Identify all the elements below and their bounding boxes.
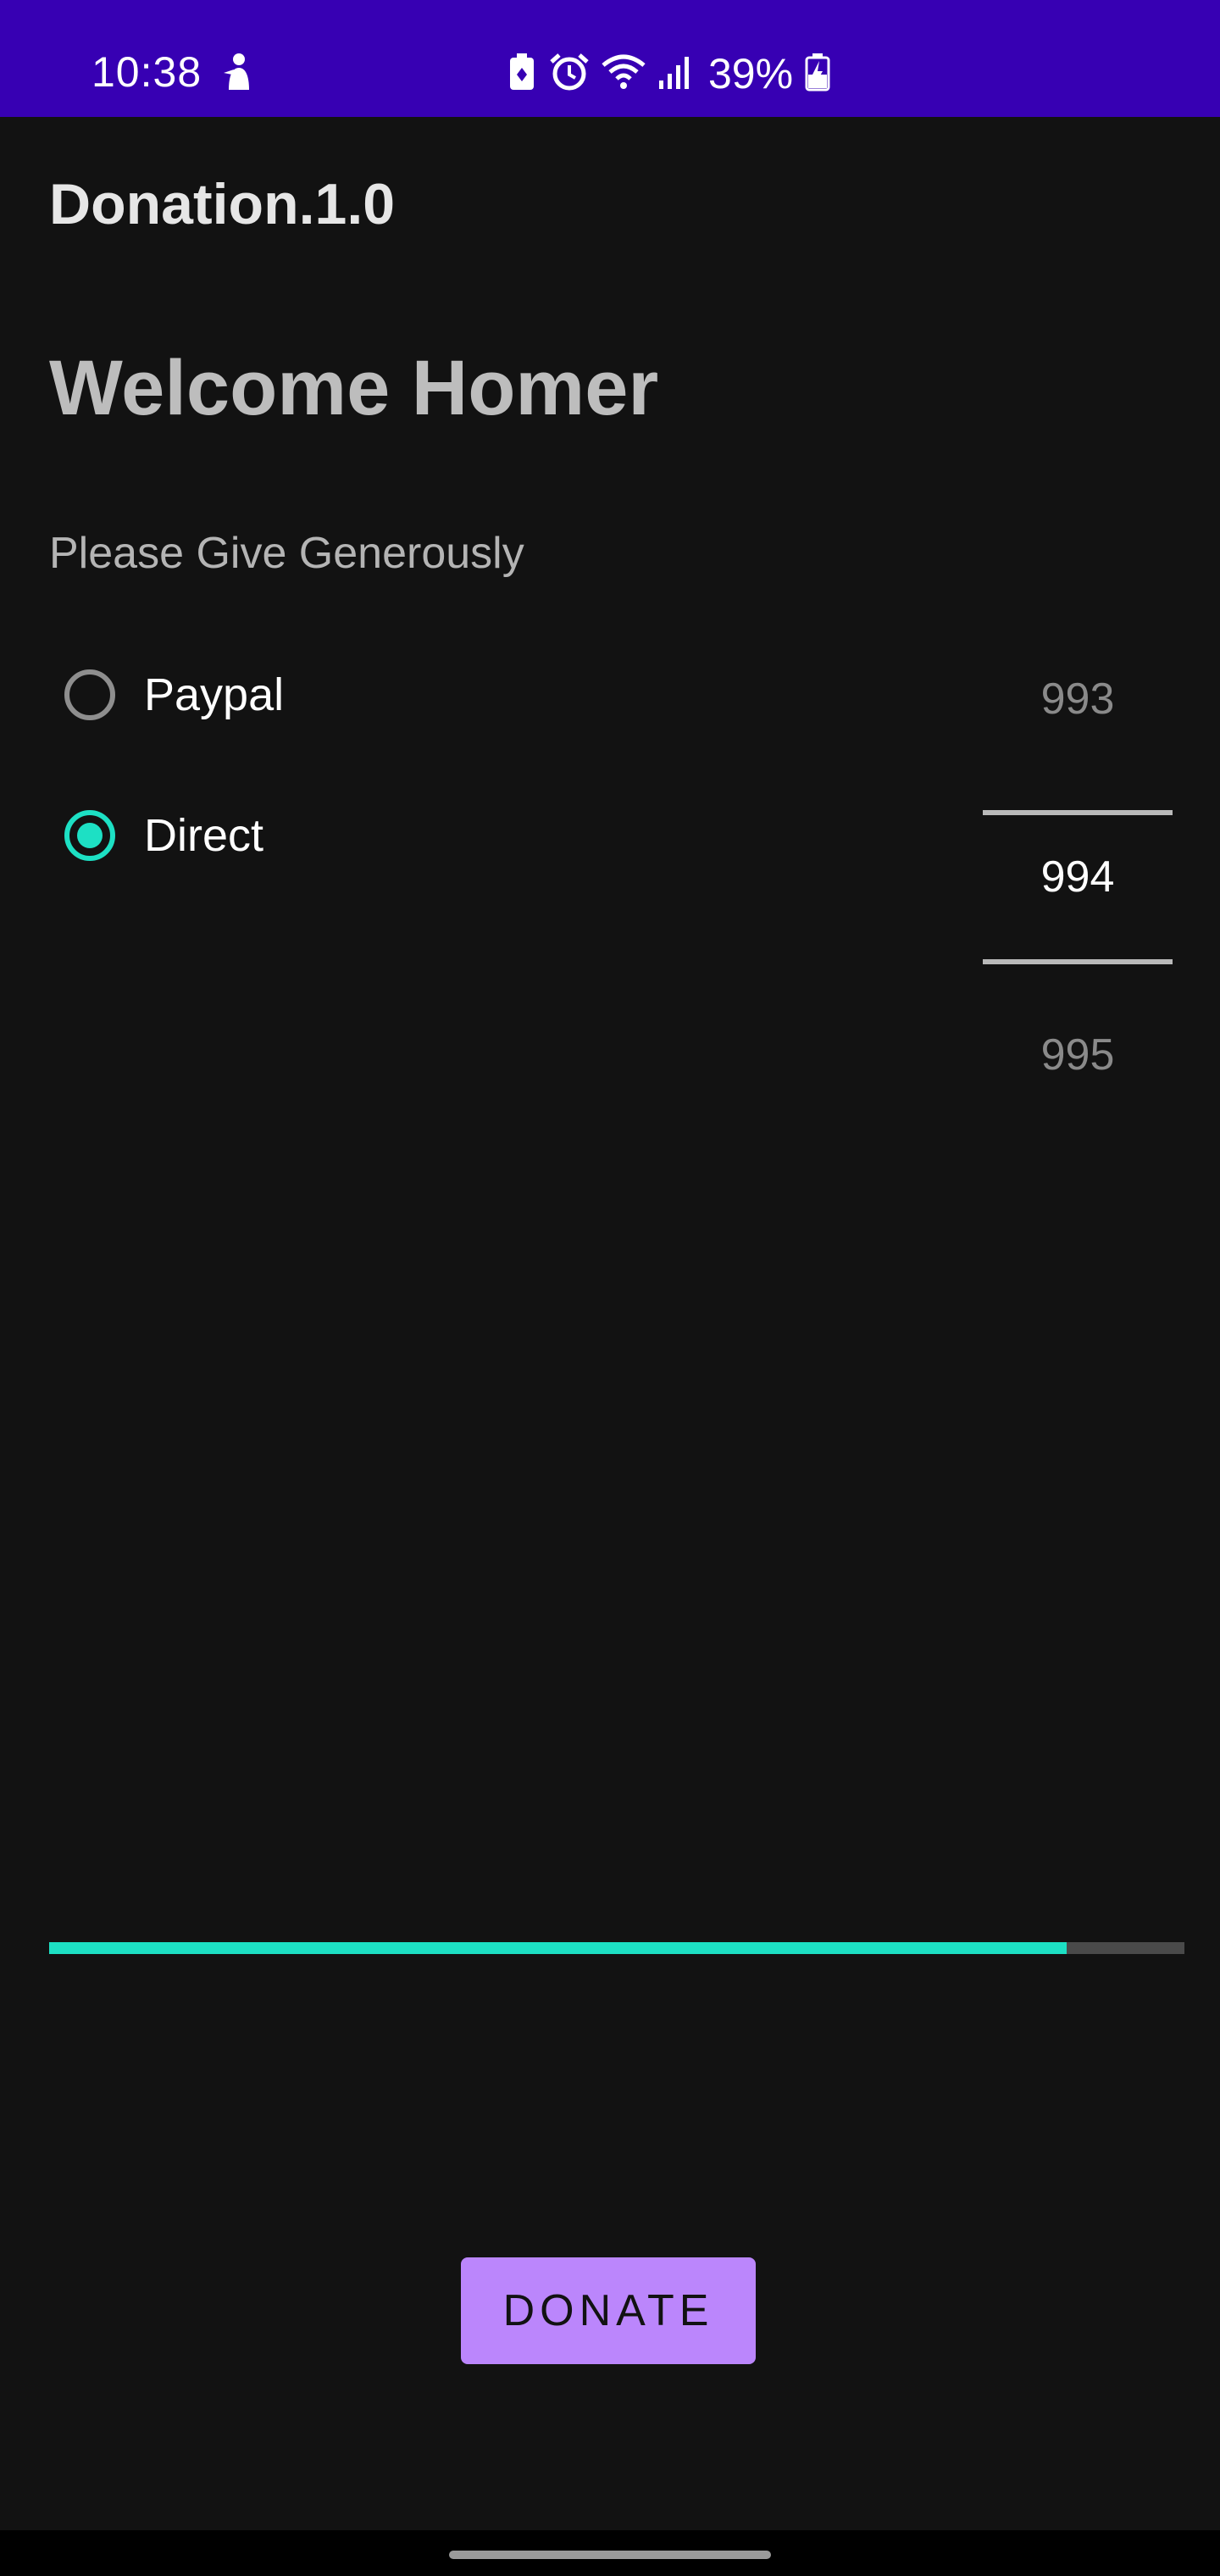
- status-icons: 39%: [507, 44, 830, 103]
- radio-paypal[interactable]: Paypal: [64, 663, 284, 727]
- notification-figure-icon: [222, 53, 256, 96]
- battery-percent: 39%: [708, 50, 794, 97]
- status-bar: 10:38 39%: [0, 0, 1220, 117]
- picker-next-value[interactable]: 995: [983, 1025, 1173, 1085]
- donate-button[interactable]: DONATE: [461, 2257, 756, 2364]
- picker-previous-value[interactable]: 993: [983, 669, 1173, 729]
- radio-label-direct: Direct: [144, 810, 264, 861]
- picker-current-value[interactable]: 994: [983, 847, 1173, 907]
- welcome-heading: Welcome Homer: [49, 345, 659, 431]
- picker-divider-bottom: [983, 959, 1173, 964]
- battery-charging-icon: [805, 53, 830, 96]
- radio-button-checked-icon[interactable]: [64, 810, 115, 861]
- radio-button-unchecked-icon[interactable]: [64, 669, 115, 720]
- subtitle: Please Give Generously: [49, 529, 524, 578]
- donation-screen: 10:38 39% Donation.1.0 Welcome Homer Ple…: [0, 0, 1220, 2576]
- app-title: Donation.1.0: [49, 172, 396, 236]
- home-gesture-handle[interactable]: [449, 2551, 771, 2559]
- wifi-icon: [602, 53, 646, 95]
- alarm-icon: [549, 52, 590, 97]
- signal-icon: [657, 53, 691, 95]
- progress-fill: [49, 1942, 1067, 1954]
- picker-divider-top: [983, 810, 1173, 815]
- navigation-bar: [0, 2530, 1220, 2576]
- radio-direct[interactable]: Direct: [64, 803, 263, 868]
- amount-picker[interactable]: 993 994 995: [983, 669, 1173, 1080]
- status-time: 10:38: [92, 48, 202, 96]
- donation-progress-bar: [49, 1942, 1184, 1954]
- radio-label-paypal: Paypal: [144, 669, 285, 720]
- battery-saver-icon: [507, 53, 537, 96]
